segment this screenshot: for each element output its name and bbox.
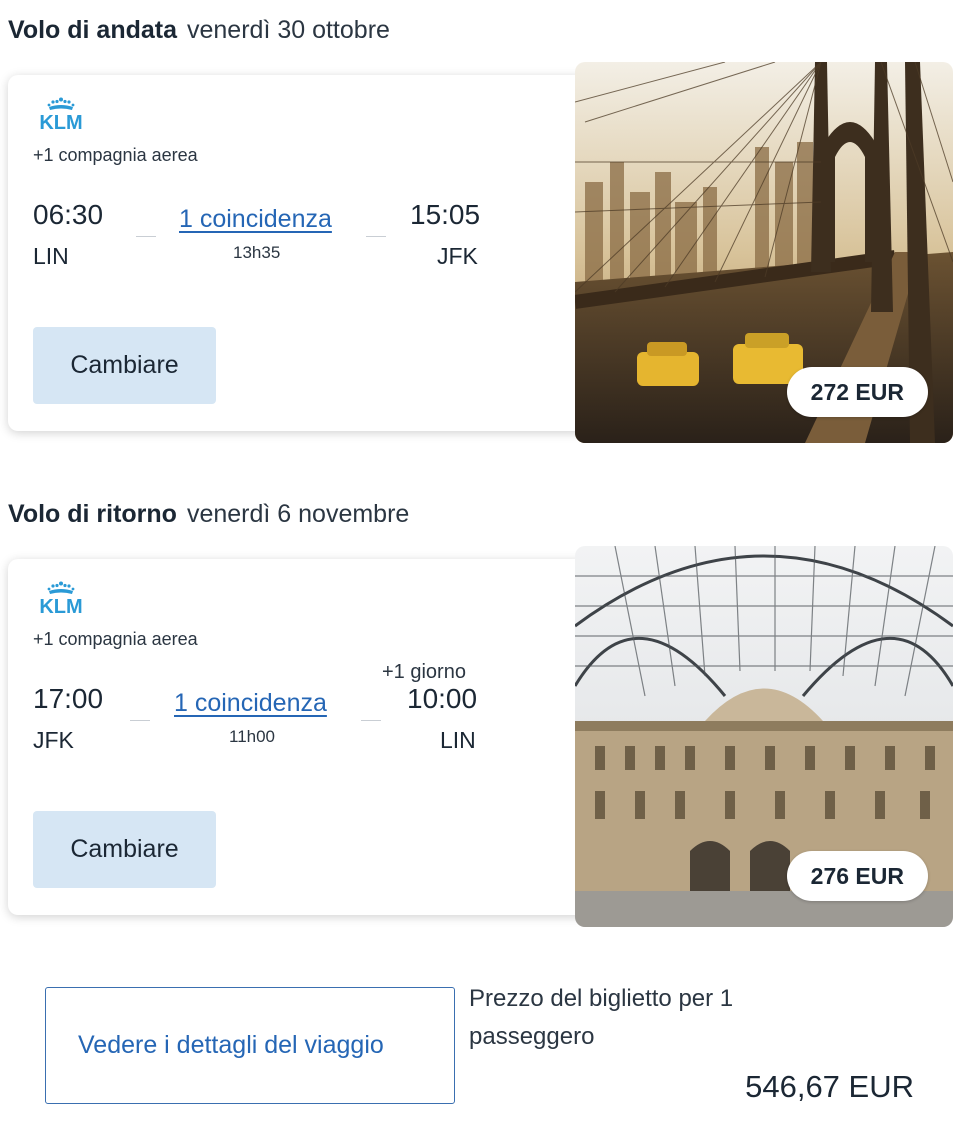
change-outbound-button[interactable]: Cambiare xyxy=(33,327,216,404)
svg-text:KLM: KLM xyxy=(39,112,82,131)
outbound-price-badge: 272 EUR xyxy=(786,367,928,417)
next-day-indicator: +1 giorno xyxy=(382,661,466,683)
depart-airport: LIN xyxy=(33,243,69,269)
outbound-heading: Volo di andata venerdì 30 ottobre xyxy=(8,16,390,45)
klm-logo: KLM xyxy=(32,97,90,134)
extra-airlines: +1 compagnia aerea xyxy=(33,145,198,165)
trip-details-button[interactable]: Vedere i dettagli del viaggio xyxy=(45,987,455,1104)
total-price: 546,67 EUR xyxy=(745,1069,914,1104)
flight-duration: 13h35 xyxy=(233,243,281,262)
destination-photo-milan: 276 EUR xyxy=(575,546,953,927)
arrive-airport: LIN xyxy=(440,727,476,753)
arrive-time: 15:05 xyxy=(410,199,481,230)
return-date: venerdì 6 novembre xyxy=(186,500,410,528)
destination-photo-new-york: 272 EUR xyxy=(575,62,953,443)
route-dash-left xyxy=(130,720,150,721)
price-per-passenger-label: Prezzo del biglietto per 1 passeggero xyxy=(469,985,734,1050)
depart-airport: JFK xyxy=(33,727,74,753)
flight-duration: 11h00 xyxy=(229,727,276,746)
route-dash-right xyxy=(361,720,381,721)
return-price-badge: 276 EUR xyxy=(786,851,928,901)
return-flight-card: KLM +1 compagnia aerea 17:00 JFK 1 coinc… xyxy=(8,559,588,915)
outbound-label: Volo di andata xyxy=(8,16,177,44)
route-dash-right xyxy=(366,236,386,237)
change-return-button[interactable]: Cambiare xyxy=(33,811,216,888)
connection-link[interactable]: 1 coincidenza xyxy=(174,689,327,718)
depart-time: 06:30 xyxy=(33,199,104,230)
arrive-airport: JFK xyxy=(437,243,478,269)
depart-time: 17:00 xyxy=(33,683,104,714)
return-label: Volo di ritorno xyxy=(8,500,177,528)
outbound-date: venerdì 30 ottobre xyxy=(187,16,390,44)
svg-text:KLM: KLM xyxy=(39,596,82,615)
outbound-flight-card: KLM +1 compagnia aerea 06:30 LIN 1 coinc… xyxy=(8,75,588,431)
extra-airlines: +1 compagnia aerea xyxy=(33,629,198,649)
klm-logo: KLM xyxy=(32,581,90,618)
route-dash-left xyxy=(136,236,156,237)
return-heading: Volo di ritorno venerdì 6 novembre xyxy=(8,500,409,529)
connection-link[interactable]: 1 coincidenza xyxy=(179,205,332,234)
arrive-time: 10:00 xyxy=(407,683,478,714)
